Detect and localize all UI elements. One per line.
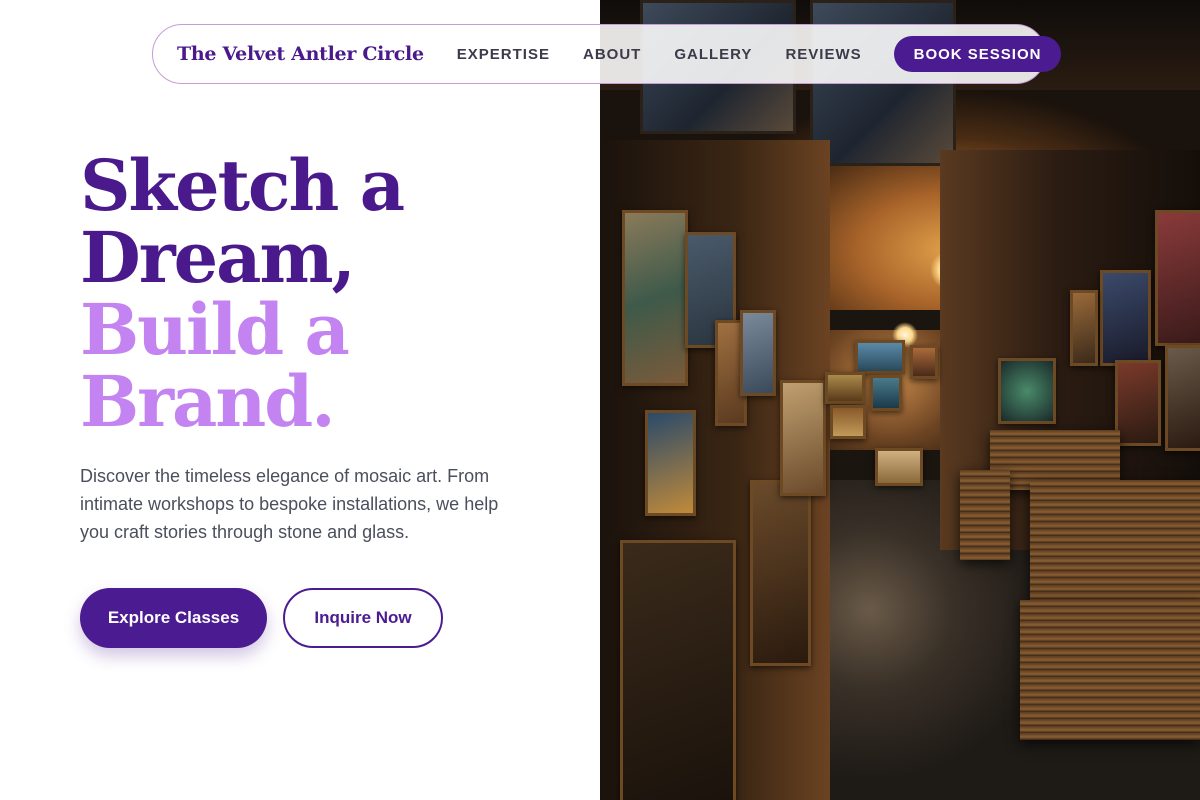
nav-links: EXPERTISE ABOUT GALLERY REVIEWS BOOK SES… (424, 36, 1062, 72)
nav-link-expertise[interactable]: EXPERTISE (457, 46, 550, 63)
brand-logo[interactable]: The Velvet Antler Circle (177, 43, 424, 65)
hero-buttons: Explore Classes Inquire Now (80, 588, 443, 648)
headline-line-4: Brand. (80, 360, 336, 443)
headline-line-3: Build a (80, 288, 350, 371)
hero-section: Sketch a Dream, Build a Brand. Discover … (80, 150, 560, 564)
landing-page: The Velvet Antler Circle EXPERTISE ABOUT… (0, 0, 1200, 800)
hero-gallery-photo (600, 0, 1200, 800)
book-session-button[interactable]: BOOK SESSION (893, 36, 1062, 72)
nav-link-gallery[interactable]: GALLERY (674, 46, 752, 63)
inquire-now-button[interactable]: Inquire Now (283, 588, 443, 648)
top-navigation: The Velvet Antler Circle EXPERTISE ABOUT… (152, 24, 1062, 84)
hero-description: Discover the timeless elegance of mosaic… (80, 466, 499, 542)
explore-classes-button[interactable]: Explore Classes (80, 588, 267, 648)
nav-link-reviews[interactable]: REVIEWS (785, 46, 861, 63)
nav-link-about[interactable]: ABOUT (583, 46, 641, 63)
headline-line-1: Sketch a (80, 144, 405, 227)
hero-headline: Sketch a Dream, Build a Brand. (80, 150, 560, 438)
headline-line-2: Dream, (80, 216, 356, 299)
